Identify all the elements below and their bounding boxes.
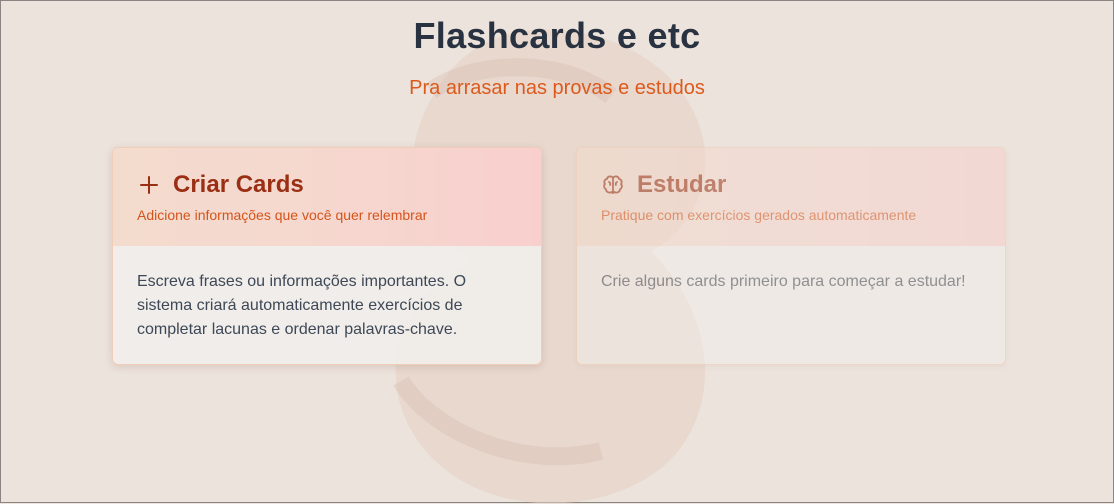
card-description: Adicione informações que você quer relem…: [137, 207, 428, 223]
plus-icon: [140, 176, 158, 194]
card-title-row: Estudar: [601, 170, 981, 200]
cards-grid: Criar Cards Adicione informações que voc…: [112, 147, 1007, 367]
card-title: Estudar: [637, 171, 727, 198]
card-header: Criar Cards Adicione informações que voc…: [113, 148, 541, 246]
create-cards-card[interactable]: Criar Cards Adicione informações que voc…: [112, 147, 542, 365]
page-header: Flashcards e etc Pra arrasar nas provas …: [1, 1, 1113, 100]
study-card[interactable]: Estudar Pratique com exercícios gerados …: [576, 147, 1006, 365]
card-title: Criar Cards: [173, 171, 304, 198]
page-title: Flashcards e etc: [413, 15, 701, 56]
brain-icon: [603, 175, 623, 194]
card-header: Estudar Pratique com exercícios gerados …: [577, 148, 1005, 246]
card-description: Pratique com exercícios gerados automati…: [601, 207, 917, 223]
card-title-row: Criar Cards: [137, 170, 517, 200]
page-subtitle: Pra arrasar nas provas e estudos: [409, 77, 705, 99]
card-body-text: Crie alguns cards primeiro para começar …: [601, 273, 966, 290]
card-body-text: Escreva frases ou informações importante…: [137, 273, 467, 338]
